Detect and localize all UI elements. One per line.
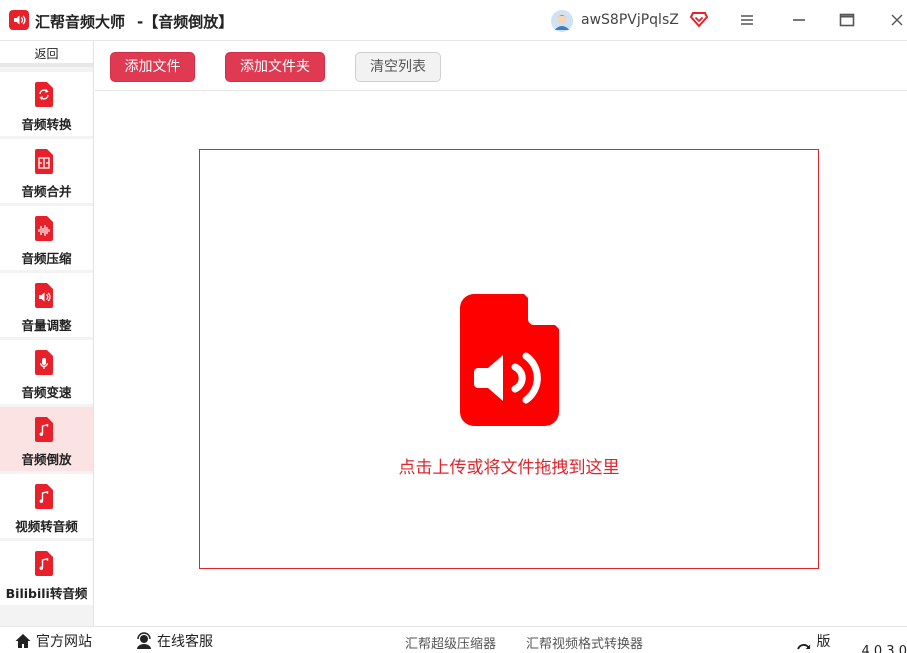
minimize-icon[interactable] [789, 10, 809, 30]
home-icon [15, 634, 31, 648]
sidebar-item-audio-reverse[interactable]: 音频倒放 [0, 407, 93, 471]
super-compressor-link[interactable]: 汇帮超级压缩器 [405, 633, 496, 652]
bilibili-to-audio-icon [35, 551, 53, 576]
add-file-button[interactable]: 添加文件 [110, 52, 195, 82]
version-number: 4.0.3.0 [861, 643, 907, 653]
app-title: 汇帮音频大师 [35, 13, 126, 31]
back-button[interactable]: 返回 [0, 41, 93, 67]
support-icon [137, 632, 151, 649]
official-website-link[interactable]: 官方网站 [14, 631, 92, 651]
clear-list-button[interactable]: 清空列表 [355, 52, 441, 82]
sidebar: 返回 音频转换 音频合并 音频压缩 音量调整 音频变速 音频倒放 视频转音频 B… [0, 41, 94, 626]
maximize-icon[interactable] [837, 10, 857, 30]
menu-icon[interactable] [737, 10, 757, 30]
toolbar: 添加文件 添加文件夹 清空列表 [95, 41, 907, 91]
title-bar: 汇帮音频大师 -【音频倒放】 awS8PVjPqlsZ [0, 0, 907, 41]
online-support-label: 在线客服 [157, 634, 213, 650]
video-to-audio-icon [35, 484, 53, 509]
sidebar-item-audio-merge[interactable]: 音频合并 [0, 139, 93, 203]
user-avatar[interactable] [551, 10, 573, 32]
sidebar-item-label: 音频转换 [21, 117, 72, 132]
audio-speed-icon [35, 350, 53, 375]
sidebar-item-label: 音频倒放 [21, 452, 72, 467]
username[interactable]: awS8PVjPqlsZ [581, 12, 679, 28]
sidebar-item-label: 视频转音频 [15, 519, 78, 534]
sidebar-item-label: 音频合并 [21, 184, 72, 199]
app-window: 汇帮音频大师 -【音频倒放】 awS8PVjPqlsZ 返回 音频转换 音频合并… [0, 0, 907, 653]
video-converter-link[interactable]: 汇帮视频格式转换器 [526, 633, 643, 652]
sidebar-item-label: 音频变速 [21, 385, 72, 400]
volume-adjust-icon [35, 283, 53, 308]
version-label: 版本： [816, 634, 831, 650]
audio-reverse-icon [35, 417, 53, 442]
sidebar-item-label: 音频压缩 [21, 251, 72, 266]
sidebar-item-video-to-audio[interactable]: 视频转音频 [0, 474, 93, 538]
sidebar-item-label: Bilibili转音频 [5, 586, 88, 601]
sidebar-item-label: 音量调整 [21, 318, 72, 333]
sidebar-item-audio-compress[interactable]: 音频压缩 [0, 206, 93, 270]
sidebar-item-audio-convert[interactable]: 音频转换 [0, 72, 93, 136]
audio-compress-icon [35, 216, 53, 241]
close-icon[interactable] [887, 10, 907, 30]
audio-convert-icon [35, 82, 53, 107]
file-drop-zone[interactable]: 点击上传或将文件拖拽到这里 [199, 149, 819, 569]
add-folder-button[interactable]: 添加文件夹 [225, 52, 325, 82]
drop-hint: 点击上传或将文件拖拽到这里 [398, 458, 620, 478]
refresh-icon [797, 643, 811, 653]
app-logo-icon [9, 10, 29, 30]
footer: 官方网站 在线客服 汇帮超级压缩器 汇帮视频格式转换器 版本： 4.0.3.0 [0, 626, 907, 653]
sidebar-item-bilibili-to-audio[interactable]: Bilibili转音频 [0, 541, 93, 605]
audio-file-icon [460, 294, 559, 426]
version-info[interactable]: 版本： 4.0.3.0 [795, 631, 907, 653]
audio-merge-icon [35, 149, 53, 174]
sidebar-item-audio-speed[interactable]: 音频变速 [0, 340, 93, 404]
vip-diamond-icon[interactable] [690, 10, 708, 28]
sidebar-item-volume-adjust[interactable]: 音量调整 [0, 273, 93, 337]
page-title: -【音频倒放】 [137, 13, 234, 31]
official-website-label: 官方网站 [36, 634, 92, 650]
online-support-link[interactable]: 在线客服 [135, 631, 213, 651]
